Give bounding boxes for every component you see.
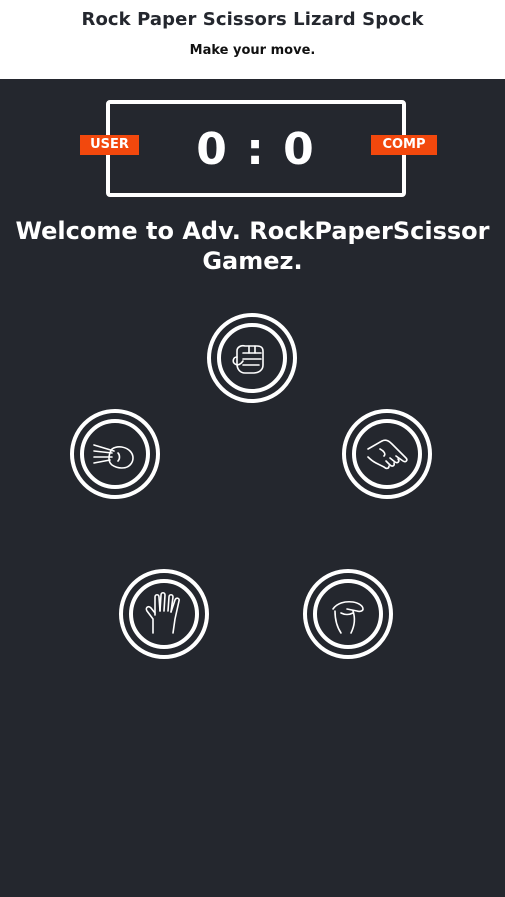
- comp-badge: COMP: [371, 135, 437, 155]
- scoreboard: 0 : 0: [106, 100, 406, 197]
- spock-choice-button[interactable]: [119, 569, 209, 659]
- game-page: Rock Paper Scissors Lizard Spock Make yo…: [0, 0, 505, 897]
- score-display: 0 : 0: [196, 124, 316, 175]
- lizard-hand-icon: [332, 600, 364, 634]
- welcome-message: Welcome to Adv. RockPaperScissor Gamez.: [15, 217, 490, 275]
- page-header: Rock Paper Scissors Lizard Spock Make yo…: [0, 0, 505, 79]
- paper-choice-button[interactable]: [342, 409, 432, 499]
- fist-icon: [232, 344, 264, 374]
- page-subtitle: Make your move.: [189, 43, 316, 58]
- rock-choice-button[interactable]: [207, 313, 297, 403]
- user-badge: USER: [80, 135, 139, 155]
- scissors-choice-button[interactable]: [70, 409, 160, 499]
- page-title: Rock Paper Scissors Lizard Spock: [81, 9, 424, 30]
- flat-hand-icon: [367, 439, 408, 470]
- lizard-choice-button[interactable]: [303, 569, 393, 659]
- vulcan-salute-icon: [145, 591, 180, 634]
- scissors-hand-icon: [93, 444, 134, 469]
